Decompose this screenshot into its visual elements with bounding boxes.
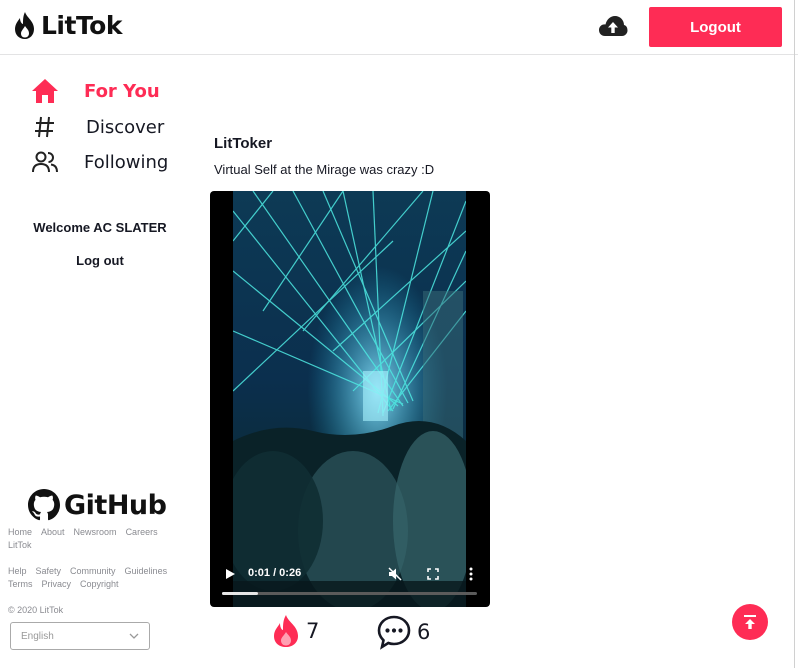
footer-link-guidelines[interactable]: Guidelines bbox=[125, 566, 168, 576]
like-count: 7 bbox=[306, 619, 320, 643]
scroll-to-top-button[interactable] bbox=[732, 604, 768, 640]
footer-link-terms[interactable]: Terms bbox=[8, 579, 33, 589]
footer-link-help[interactable]: Help bbox=[8, 566, 27, 576]
github-link[interactable]: GitHub bbox=[28, 489, 167, 521]
post-caption: Virtual Self at the Mirage was crazy :D bbox=[214, 162, 435, 177]
footer-link-safety[interactable]: Safety bbox=[36, 566, 62, 576]
top-header: LitTok Logout bbox=[0, 0, 798, 55]
comment-bubble-icon bbox=[377, 615, 411, 650]
footer-links-row-1b: LitTok bbox=[8, 540, 41, 550]
flame-like-icon bbox=[274, 615, 298, 647]
sidebar-logout-link[interactable]: Log out bbox=[0, 253, 200, 268]
footer-link-careers[interactable]: Careers bbox=[126, 527, 158, 537]
footer-link-privacy[interactable]: Privacy bbox=[42, 579, 72, 589]
language-select[interactable]: English bbox=[10, 622, 150, 650]
video-controls: 0:01 / 0:26 bbox=[210, 547, 490, 607]
copyright-text: © 2020 LitTok bbox=[8, 605, 64, 615]
sidebar-item-label: Following bbox=[84, 151, 169, 173]
github-text: GitHub bbox=[64, 489, 167, 521]
footer-link-newsroom[interactable]: Newsroom bbox=[74, 527, 117, 537]
footer-links-row-2: Help Safety Community Guidelines bbox=[8, 566, 176, 576]
comment-count: 6 bbox=[417, 620, 431, 644]
logo[interactable]: LitTok bbox=[10, 9, 122, 41]
footer-links-row-1: Home About Newsroom Careers bbox=[8, 527, 167, 537]
sidebar-item-following[interactable]: Following bbox=[28, 147, 168, 177]
video-frame bbox=[233, 191, 466, 607]
window-edge-divider bbox=[794, 0, 795, 668]
footer-link-about[interactable]: About bbox=[41, 527, 65, 537]
arrow-up-icon bbox=[744, 615, 756, 629]
sidebar-item-label: Discover bbox=[86, 116, 165, 138]
footer-link-littok[interactable]: LitTok bbox=[8, 540, 32, 550]
hashtag-icon bbox=[28, 112, 62, 142]
footer-link-home[interactable]: Home bbox=[8, 527, 32, 537]
upload-cloud-icon[interactable] bbox=[598, 14, 628, 40]
logout-button[interactable]: Logout bbox=[649, 7, 782, 47]
more-options-icon[interactable] bbox=[469, 567, 473, 581]
logo-text: LitTok bbox=[41, 10, 122, 40]
sidebar-item-discover[interactable]: Discover bbox=[28, 112, 164, 142]
comment-stat[interactable]: 6 bbox=[376, 614, 430, 650]
flame-logo-icon bbox=[15, 12, 34, 39]
users-icon bbox=[28, 147, 62, 177]
like-stat[interactable]: 7 bbox=[271, 614, 319, 648]
play-icon[interactable] bbox=[226, 569, 235, 579]
language-value: English bbox=[21, 630, 54, 642]
video-player[interactable]: 0:01 / 0:26 bbox=[210, 191, 490, 607]
sidebar-item-label: For You bbox=[84, 80, 160, 102]
footer-link-copyright[interactable]: Copyright bbox=[80, 579, 119, 589]
github-icon bbox=[28, 489, 60, 521]
post-username[interactable]: LitToker bbox=[214, 135, 272, 152]
footer-links-row-3: Terms Privacy Copyright bbox=[8, 579, 128, 589]
welcome-message: Welcome AC SLATER bbox=[33, 220, 167, 235]
home-icon bbox=[28, 76, 62, 106]
video-progress-fill bbox=[222, 592, 258, 595]
muted-icon[interactable] bbox=[388, 567, 402, 581]
video-progress-bar[interactable] bbox=[222, 592, 477, 595]
fullscreen-icon[interactable] bbox=[427, 568, 439, 580]
sidebar-item-for-you[interactable]: For You bbox=[28, 76, 160, 106]
footer-link-community[interactable]: Community bbox=[70, 566, 116, 576]
chevron-down-icon bbox=[129, 633, 139, 639]
video-time: 0:01 / 0:26 bbox=[248, 567, 302, 579]
